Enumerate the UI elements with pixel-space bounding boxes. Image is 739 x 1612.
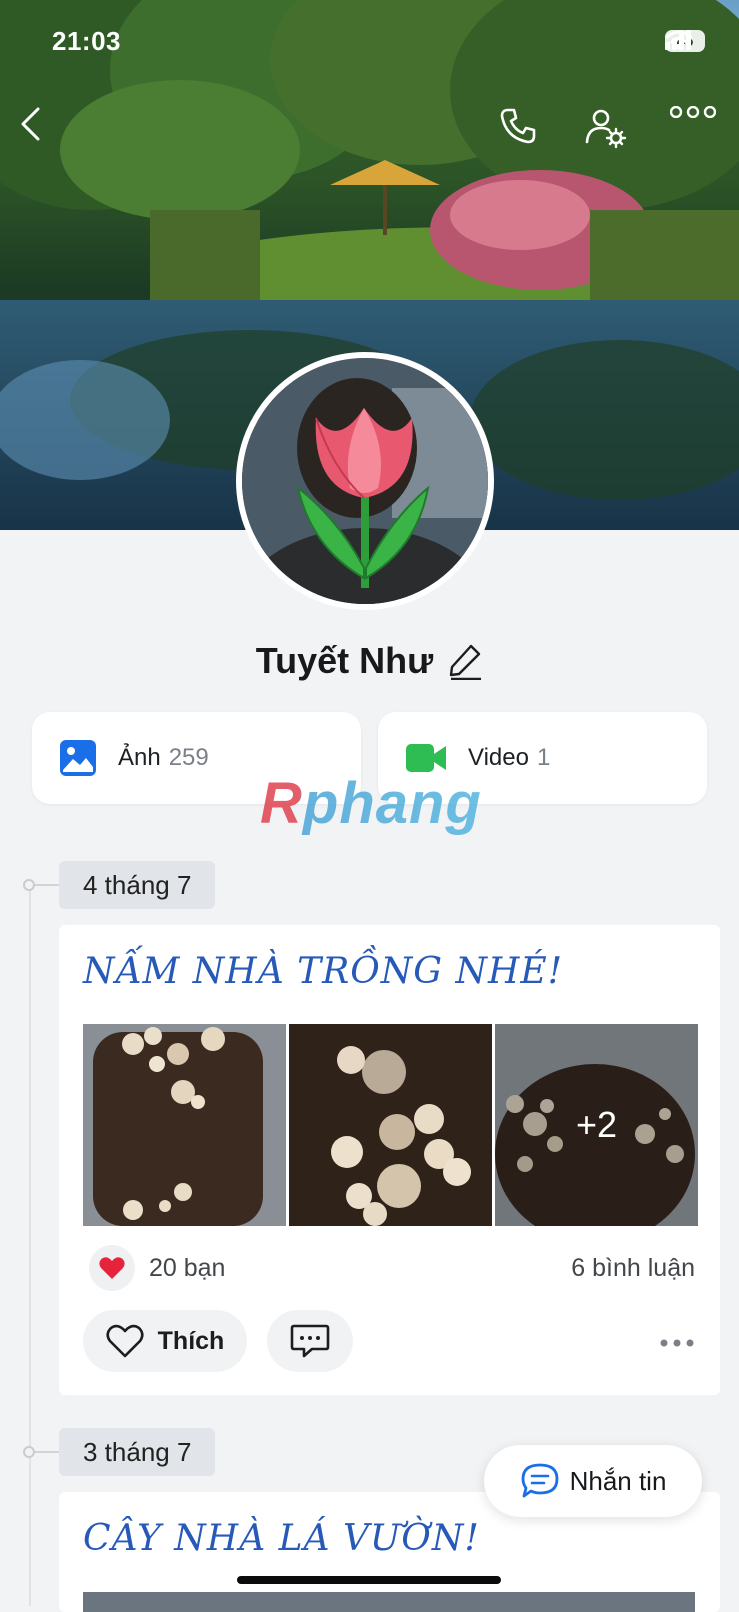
chat-bubble-icon (521, 1463, 558, 1498)
message-button[interactable]: Nhắn tin (484, 1445, 702, 1517)
phone-icon (500, 108, 536, 144)
date-chip: 4 tháng 7 (59, 861, 216, 909)
photos-label: Ảnh (118, 744, 161, 771)
more-horizontal-icon (660, 1339, 694, 1347)
profile-settings-button[interactable] (584, 106, 636, 158)
mushroom-photo-1 (83, 1024, 286, 1226)
status-icons: 45 (665, 30, 705, 52)
heart-filled-icon (99, 1257, 125, 1279)
reaction-summary[interactable]: 20 bạn 6 bình luận (89, 1245, 695, 1291)
like-label: Thích (157, 1326, 225, 1355)
profile-name-row: Tuyết Như (0, 640, 739, 682)
post-photos[interactable]: +2 (83, 1024, 698, 1226)
date-chip: 3 tháng 7 (59, 1428, 216, 1476)
timeline-connector (35, 1451, 61, 1453)
status-time: 21:03 (52, 26, 121, 56)
post-photo[interactable] (83, 1024, 286, 1226)
post-photo-more[interactable]: +2 (495, 1024, 698, 1226)
chevron-left-icon (21, 107, 40, 141)
user-gear-icon (585, 109, 627, 149)
post-title: NẤM NHÀ TRỒNG NHÉ! (83, 951, 564, 992)
wifi-icon (665, 30, 693, 50)
post-title: CÂY NHÀ LÁ VƯỜN! (83, 1518, 480, 1559)
message-label: Nhắn tin (569, 1465, 667, 1496)
videos-count: 1 (536, 744, 551, 771)
more-photos-count: +2 (495, 1024, 698, 1226)
watermark-logo: Rphang (260, 771, 482, 836)
post-photo[interactable] (289, 1024, 492, 1226)
videos-label: Video (468, 744, 529, 771)
mushroom-photo-2 (289, 1024, 492, 1226)
more-horizontal-icon (670, 106, 716, 118)
avatar-photo (242, 358, 488, 604)
call-button[interactable] (498, 106, 550, 158)
edit-pencil-icon[interactable] (447, 642, 483, 680)
tulip-sticker-icon (242, 358, 488, 604)
avatar[interactable] (236, 352, 494, 610)
comment-bubble-icon (290, 1324, 330, 1358)
like-count: 20 bạn (149, 1253, 226, 1282)
heart-outline-icon (106, 1324, 144, 1358)
image-icon (60, 740, 96, 776)
like-button[interactable]: Thích (83, 1310, 247, 1372)
photos-count: 259 (168, 744, 209, 771)
comment-button[interactable] (267, 1310, 353, 1372)
more-options-button[interactable] (670, 106, 730, 158)
post-card[interactable]: NẤM NHÀ TRỒNG NHÉ! +2 20 bạn 6 bình luận… (59, 925, 720, 1395)
home-indicator (237, 1576, 501, 1584)
reaction-bubble (89, 1245, 135, 1291)
timeline-dot (23, 879, 35, 891)
timeline-dot (23, 1446, 35, 1458)
timeline-connector (35, 884, 61, 886)
profile-name: Tuyết Như (255, 640, 434, 681)
comment-count[interactable]: 6 bình luận (571, 1254, 695, 1283)
post-more-button[interactable] (659, 1335, 699, 1349)
post-photos[interactable] (83, 1592, 695, 1612)
timeline-line (29, 886, 31, 1606)
back-button[interactable] (18, 106, 70, 158)
